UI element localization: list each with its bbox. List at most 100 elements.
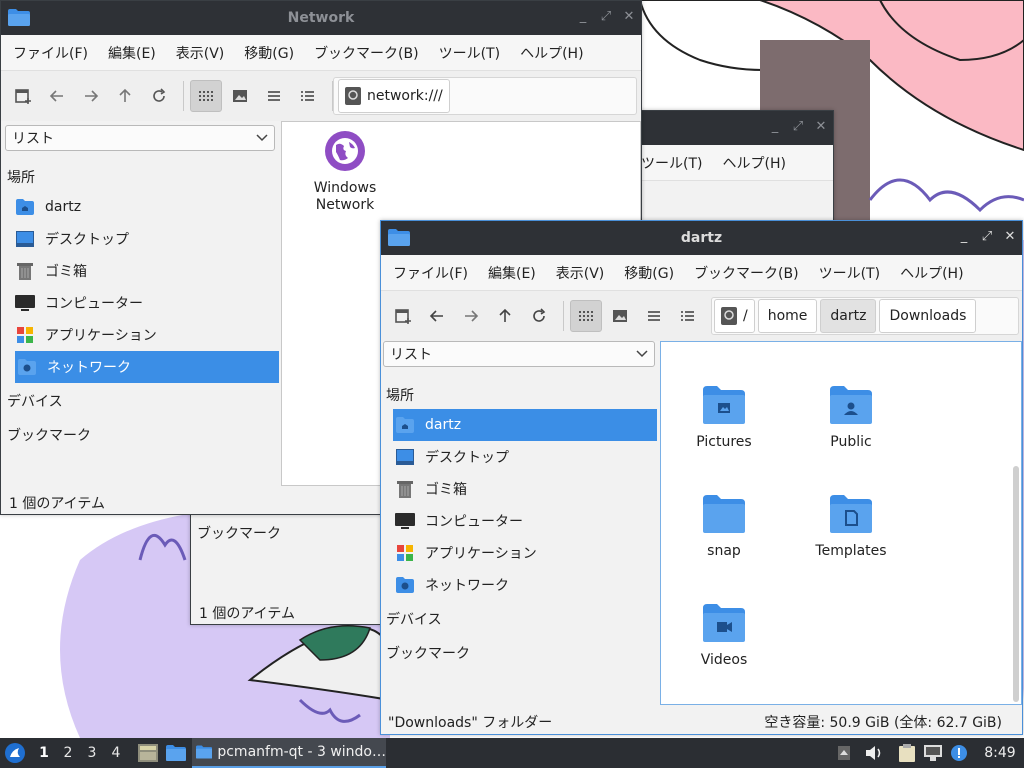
menu-go[interactable]: 移動(G) (614, 263, 684, 283)
sidebar-item-network[interactable]: ネットワーク (15, 351, 279, 383)
sidebar-item-applications[interactable]: アプリケーション (3, 319, 279, 351)
menu-edit[interactable]: 編集(E) (478, 263, 546, 283)
detail-view-button[interactable] (292, 80, 324, 112)
minimize-icon[interactable]: _ (767, 119, 783, 135)
menu-view[interactable]: 表示(V) (546, 263, 615, 283)
bookmarks-header[interactable]: ブックマーク (386, 639, 659, 667)
workspace-1[interactable]: 1 (32, 745, 56, 761)
file-item-pictures[interactable]: Pictures (669, 386, 779, 450)
workspace-3[interactable]: 3 (80, 745, 104, 761)
view-mode-select[interactable]: リスト (5, 125, 275, 151)
breadcrumb-home[interactable]: home (757, 299, 818, 333)
sidebar-item-desktop[interactable]: デスクトップ (393, 441, 657, 473)
sidebar-item-label: ゴミ箱 (45, 264, 87, 280)
menu-file[interactable]: ファイル(F) (3, 43, 98, 63)
sidebar-item-computer[interactable]: コンピューター (3, 287, 279, 319)
file-item-snap[interactable]: snap (669, 495, 779, 559)
compact-view-button[interactable] (638, 300, 670, 332)
menu-bookmarks[interactable]: ブックマーク(B) (304, 43, 429, 63)
sidebar-item-desktop[interactable]: デスクトップ (3, 223, 279, 255)
bookmarks-header[interactable]: ブックマーク (7, 421, 279, 449)
menu-tools[interactable]: ツール(T) (429, 43, 510, 63)
sidebar-item-network[interactable]: ネットワーク (393, 569, 657, 601)
start-menu-button[interactable] (0, 738, 30, 768)
back-button[interactable] (421, 300, 453, 332)
menu-tools[interactable]: ツール(T) (809, 263, 890, 283)
file-item-videos[interactable]: Videos (669, 604, 779, 668)
menu-help[interactable]: ヘルプ(H) (712, 153, 795, 173)
devices-header[interactable]: デバイス (7, 387, 279, 415)
places-header[interactable]: 場所 (7, 163, 279, 191)
reload-button[interactable] (143, 80, 175, 112)
task-pcmanfm[interactable]: pcmanfm-qt - 3 windo… (192, 738, 386, 768)
file-item-public[interactable]: Public (796, 386, 906, 450)
sidebar-item-home[interactable]: dartz (393, 409, 657, 441)
view-mode-value: リスト (390, 347, 432, 363)
detail-view-button[interactable] (672, 300, 704, 332)
back-button[interactable] (41, 80, 73, 112)
clock[interactable]: 8:49 (976, 745, 1024, 761)
up-button[interactable] (489, 300, 521, 332)
clipboard-icon[interactable] (894, 744, 920, 762)
sidebar-item-home[interactable]: dartz (3, 191, 279, 223)
dartz-window-titlebar[interactable]: dartz _ ⤢ ✕ (381, 221, 1022, 255)
maximize-icon[interactable]: ⤢ (790, 119, 806, 135)
places-header[interactable]: 場所 (386, 381, 659, 409)
maximize-icon[interactable]: ⤢ (598, 9, 614, 25)
menu-view[interactable]: 表示(V) (166, 43, 235, 63)
thumbnail-view-button[interactable] (604, 300, 636, 332)
close-icon[interactable]: ✕ (813, 119, 829, 135)
close-icon[interactable]: ✕ (621, 9, 637, 25)
menu-go[interactable]: 移動(G) (234, 43, 304, 63)
sidebar-item-computer[interactable]: コンピューター (393, 505, 657, 537)
maximize-icon[interactable]: ⤢ (979, 229, 995, 245)
path-crumb-network[interactable]: network:/// (338, 79, 450, 113)
show-desktop-button[interactable] (136, 741, 160, 765)
devices-header[interactable]: デバイス (386, 605, 659, 633)
network-window-titlebar[interactable]: Network _ ⤢ ✕ (1, 1, 641, 35)
workspace-2[interactable]: 2 (56, 745, 80, 761)
folder-icon (703, 495, 745, 533)
file-item-label: Templates (815, 543, 887, 559)
network-status-icon[interactable] (920, 745, 946, 761)
file-item-windows-network[interactable]: Windows Network (290, 130, 400, 214)
menu-tools[interactable]: ツール(T) (631, 153, 712, 173)
file-view[interactable]: Pictures Public snap Templates Videos (660, 341, 1022, 705)
sidebar-item-trash[interactable]: ゴミ箱 (393, 473, 657, 505)
minimize-icon[interactable]: _ (956, 229, 972, 245)
reload-button[interactable] (523, 300, 555, 332)
file-item-templates[interactable]: Templates (796, 495, 906, 559)
icon-view-button[interactable] (190, 80, 222, 112)
menu-help[interactable]: ヘルプ(H) (890, 263, 973, 283)
workspace-4[interactable]: 4 (104, 745, 128, 761)
new-tab-button[interactable] (7, 80, 39, 112)
background-bookmarks-header[interactable]: ブックマーク (197, 523, 281, 543)
sidebar-item-applications[interactable]: アプリケーション (393, 537, 657, 569)
breadcrumb-root[interactable]: / (714, 299, 755, 333)
icon-view-button[interactable] (570, 300, 602, 332)
minimize-icon[interactable]: _ (575, 9, 591, 25)
compact-view-button[interactable] (258, 80, 290, 112)
view-mode-select[interactable]: リスト (383, 341, 655, 367)
update-notifier-icon[interactable] (946, 744, 972, 762)
volume-icon[interactable] (860, 745, 888, 761)
arrow-left-icon (429, 310, 443, 322)
menu-help[interactable]: ヘルプ(H) (510, 43, 593, 63)
thumbnail-view-button[interactable] (224, 80, 256, 112)
sidebar-item-trash[interactable]: ゴミ箱 (3, 255, 279, 287)
computer-icon (395, 513, 415, 529)
breadcrumb-dartz[interactable]: dartz (820, 299, 877, 333)
menu-edit[interactable]: 編集(E) (98, 43, 166, 63)
breadcrumb-downloads[interactable]: Downloads (879, 299, 977, 333)
forward-button[interactable] (75, 80, 107, 112)
file-manager-launcher[interactable] (164, 741, 188, 765)
close-icon[interactable]: ✕ (1002, 229, 1018, 245)
forward-button[interactable] (455, 300, 487, 332)
new-tab-button[interactable] (387, 300, 419, 332)
vertical-scrollbar[interactable] (1013, 466, 1019, 702)
menu-file[interactable]: ファイル(F) (383, 263, 478, 283)
up-button[interactable] (109, 80, 141, 112)
reload-icon (533, 308, 546, 322)
tray-expand-icon[interactable] (832, 746, 856, 760)
menu-bookmarks[interactable]: ブックマーク(B) (684, 263, 809, 283)
